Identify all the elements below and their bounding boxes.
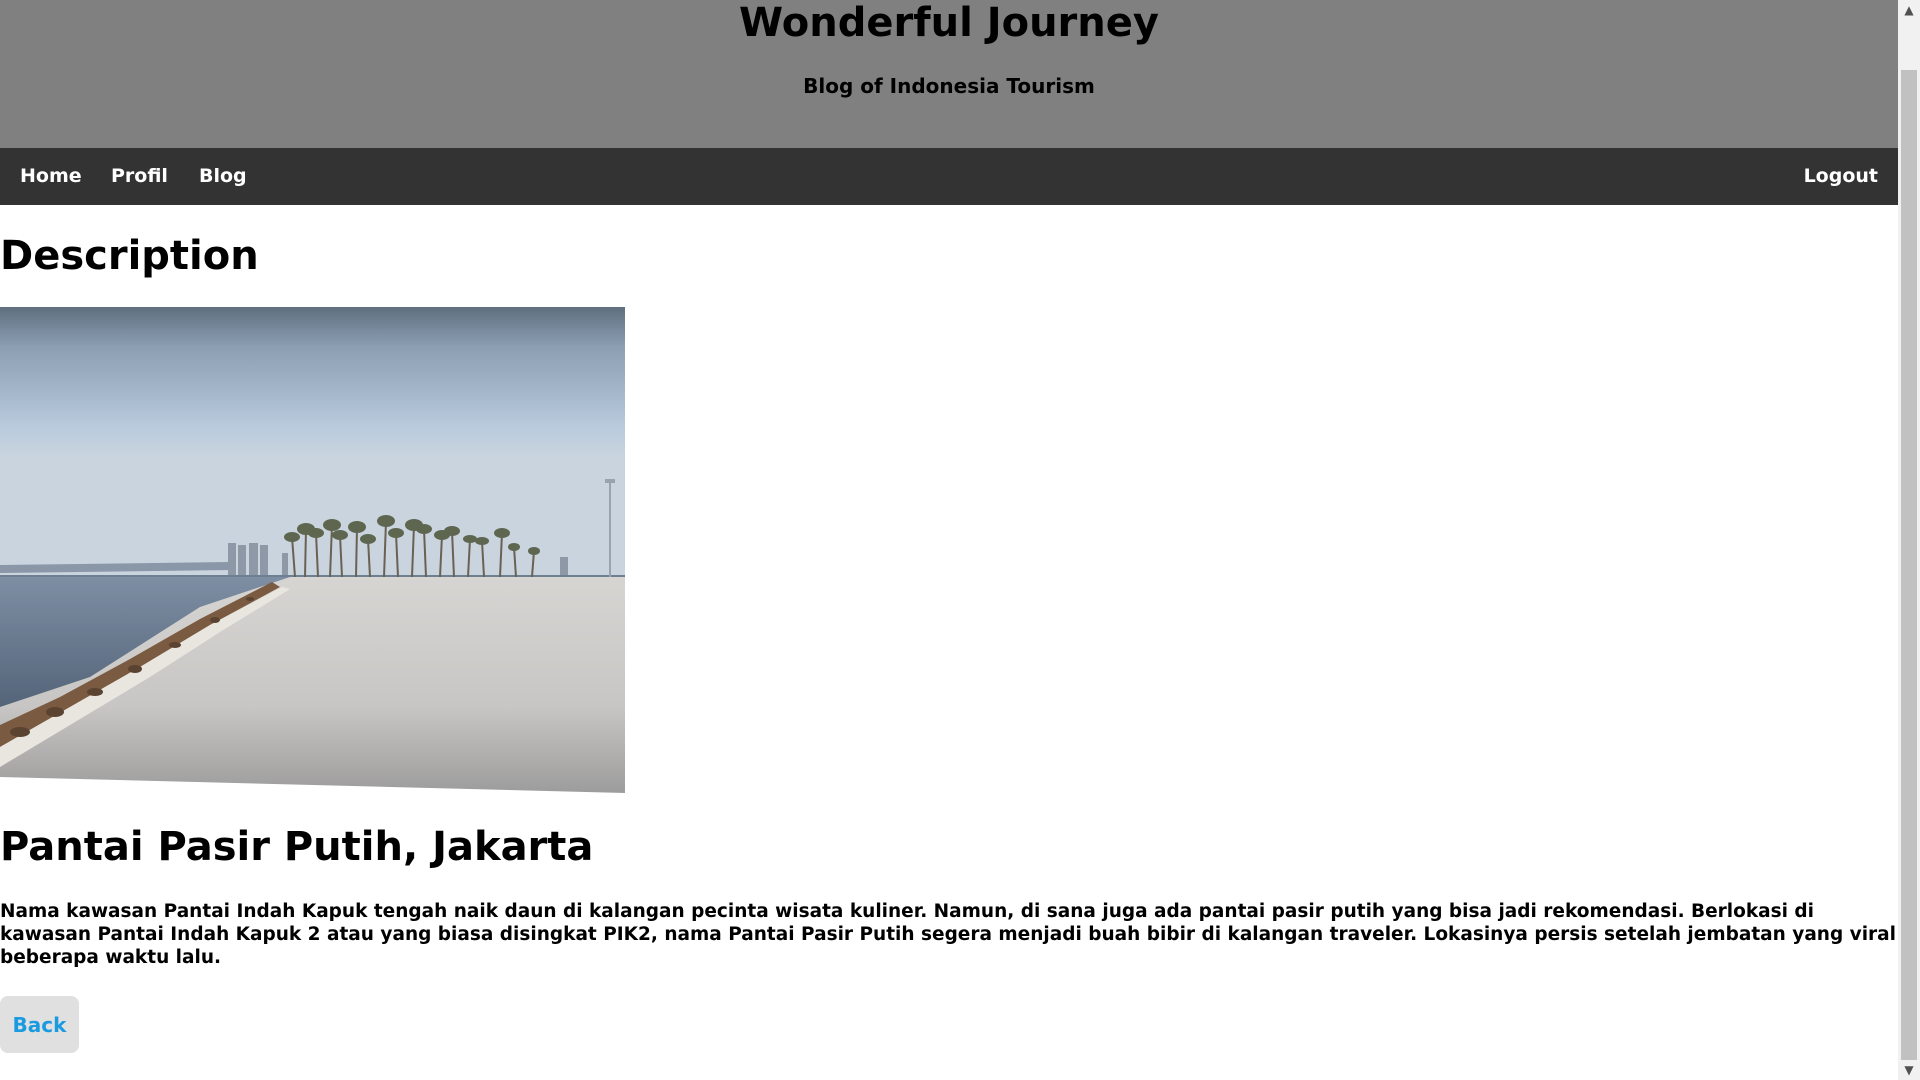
scrollbar-thumb[interactable] xyxy=(1901,70,1917,1060)
site-title: Wonderful Journey xyxy=(739,0,1159,46)
navbar: Home Profil Blog Logout xyxy=(0,148,1898,205)
site-header: Wonderful Journey Blog of Indonesia Tour… xyxy=(0,0,1898,148)
site-tagline: Blog of Indonesia Tourism xyxy=(803,74,1095,98)
nav-blog-link[interactable]: Blog xyxy=(199,148,247,205)
chevron-up-icon[interactable]: ▲ xyxy=(1898,0,1920,20)
place-title: Pantai Pasir Putih, Jakarta xyxy=(0,824,594,870)
back-button[interactable]: Back xyxy=(0,996,79,1053)
nav-home-link[interactable]: Home xyxy=(20,148,82,205)
section-title: Description xyxy=(0,233,259,279)
nav-profil-link[interactable]: Profil xyxy=(111,148,168,205)
nav-logout-link[interactable]: Logout xyxy=(1804,148,1878,205)
beach-photo-drawing xyxy=(0,307,625,793)
chevron-down-icon[interactable]: ▼ xyxy=(1898,1060,1920,1080)
page: Wonderful Journey Blog of Indonesia Tour… xyxy=(0,0,1898,1080)
beach-photo xyxy=(0,307,625,793)
place-description: Nama kawasan Pantai Indah Kapuk tengah n… xyxy=(0,901,1897,968)
page-scrollbar[interactable]: ▲ ▼ xyxy=(1898,0,1920,1080)
